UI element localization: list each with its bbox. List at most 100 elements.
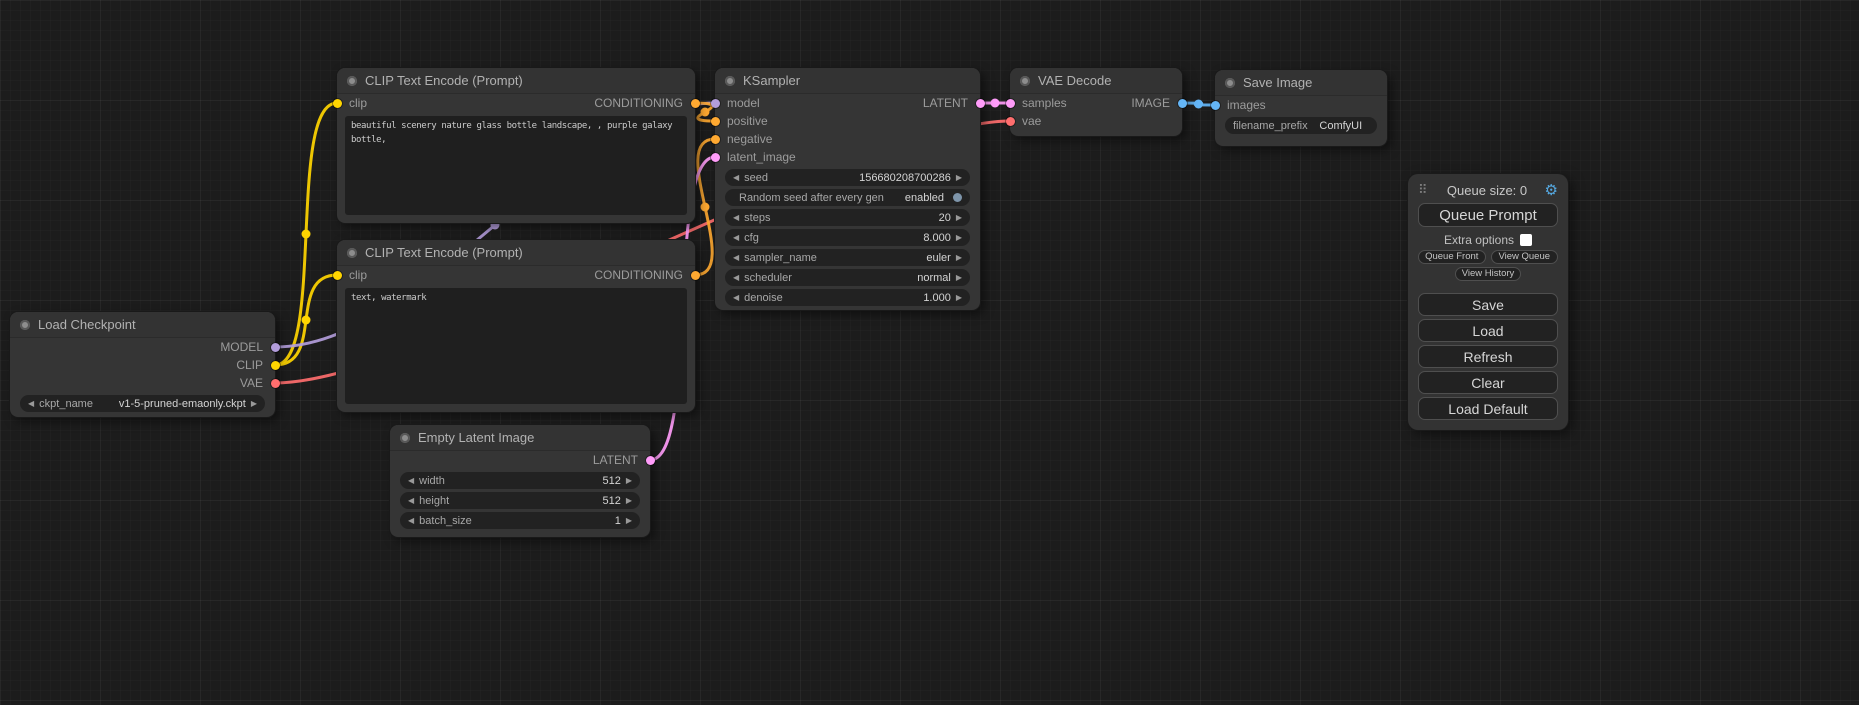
scheduler-widget[interactable]: ◀ scheduler normal ▶ <box>725 269 970 286</box>
decrement-icon[interactable]: ◀ <box>733 294 739 302</box>
decrement-icon[interactable]: ◀ <box>733 174 739 182</box>
prev-value-icon[interactable]: ◀ <box>733 254 739 262</box>
node-title-bar[interactable]: CLIP Text Encode (Prompt) <box>337 240 695 266</box>
width-widget[interactable]: ◀ width 512 ▶ <box>400 472 640 489</box>
node-clip-text-encode-positive[interactable]: CLIP Text Encode (Prompt) clip CONDITION… <box>337 68 695 223</box>
vae-output-port[interactable] <box>271 379 280 388</box>
node-clip-text-encode-negative[interactable]: CLIP Text Encode (Prompt) clip CONDITION… <box>337 240 695 412</box>
node-title-bar[interactable]: VAE Decode <box>1010 68 1182 94</box>
latent-output-port[interactable] <box>976 99 985 108</box>
view-queue-button[interactable]: View Queue <box>1491 250 1559 264</box>
node-collapse-dot-icon[interactable] <box>1225 78 1235 88</box>
node-title-bar[interactable]: Empty Latent Image <box>390 425 650 451</box>
image-output-label: IMAGE <box>1131 96 1170 110</box>
increment-icon[interactable]: ▶ <box>956 234 962 242</box>
settings-gear-icon[interactable]: ⚙ <box>1545 181 1558 199</box>
latent-image-input-port[interactable] <box>711 153 720 162</box>
node-collapse-dot-icon[interactable] <box>1020 76 1030 86</box>
images-input-label: images <box>1227 98 1266 112</box>
next-value-icon[interactable]: ▶ <box>956 254 962 262</box>
seed-widget[interactable]: ◀ seed 156680208700286 ▶ <box>725 169 970 186</box>
increment-icon[interactable]: ▶ <box>626 497 632 505</box>
negative-input-port[interactable] <box>711 135 720 144</box>
decrement-icon[interactable]: ◀ <box>733 234 739 242</box>
decrement-icon[interactable]: ◀ <box>408 477 414 485</box>
batch-size-widget[interactable]: ◀ batch_size 1 ▶ <box>400 512 640 529</box>
node-title-bar[interactable]: KSampler <box>715 68 980 94</box>
port-row: clip CONDITIONING <box>337 94 695 112</box>
model-input-port[interactable] <box>711 99 720 108</box>
node-load-checkpoint[interactable]: Load Checkpoint MODEL CLIP VAE ◀ ckpt_na… <box>10 312 275 417</box>
node-collapse-dot-icon[interactable] <box>400 433 410 443</box>
cfg-widget[interactable]: ◀ cfg 8.000 ▶ <box>725 229 970 246</box>
port-row: latent_image <box>715 148 980 166</box>
clip-input-port[interactable] <box>333 99 342 108</box>
node-save-image[interactable]: Save Image images filename_prefix ComfyU… <box>1215 70 1387 146</box>
decrement-icon[interactable]: ◀ <box>733 214 739 222</box>
prev-value-icon[interactable]: ◀ <box>28 400 34 408</box>
model-input-label: model <box>727 96 760 110</box>
queue-menu-panel[interactable]: ⠿ Queue size: 0 ⚙ Queue Prompt Extra opt… <box>1408 174 1568 430</box>
node-collapse-dot-icon[interactable] <box>347 76 357 86</box>
random-seed-toggle-widget[interactable]: Random seed after every gen enabled <box>725 189 970 206</box>
increment-icon[interactable]: ▶ <box>626 477 632 485</box>
vae-input-port[interactable] <box>1006 117 1015 126</box>
denoise-widget[interactable]: ◀ denoise 1.000 ▶ <box>725 289 970 306</box>
prev-value-icon[interactable]: ◀ <box>733 274 739 282</box>
sampler-name-widget[interactable]: ◀ sampler_name euler ▶ <box>725 249 970 266</box>
queue-prompt-button[interactable]: Queue Prompt <box>1418 203 1558 227</box>
queue-front-button[interactable]: Queue Front <box>1418 250 1486 264</box>
view-history-button[interactable]: View History <box>1455 267 1522 281</box>
increment-icon[interactable]: ▶ <box>956 294 962 302</box>
decrement-icon[interactable]: ◀ <box>408 497 414 505</box>
samples-input-port[interactable] <box>1006 99 1015 108</box>
vae-input-label: vae <box>1022 114 1041 128</box>
node-title-bar[interactable]: Save Image <box>1215 70 1387 96</box>
model-output-port[interactable] <box>271 343 280 352</box>
widget-label: filename_prefix <box>1233 120 1308 132</box>
widget-label: denoise <box>744 292 783 304</box>
widget-label: cfg <box>744 232 759 244</box>
clip-output-port[interactable] <box>271 361 280 370</box>
negative-prompt-textarea[interactable]: text, watermark <box>345 288 687 404</box>
node-vae-decode[interactable]: VAE Decode samples IMAGE vae <box>1010 68 1182 136</box>
node-empty-latent-image[interactable]: Empty Latent Image LATENT ◀ width 512 ▶ … <box>390 425 650 537</box>
node-title-bar[interactable]: Load Checkpoint <box>10 312 275 338</box>
conditioning-output-port[interactable] <box>691 271 700 280</box>
node-ksampler[interactable]: KSampler model LATENT positive negative … <box>715 68 980 310</box>
drag-handle-icon[interactable]: ⠿ <box>1418 182 1428 198</box>
load-default-button[interactable]: Load Default <box>1418 397 1558 420</box>
steps-widget[interactable]: ◀ steps 20 ▶ <box>725 209 970 226</box>
clip-input-port[interactable] <box>333 271 342 280</box>
ckpt-name-widget[interactable]: ◀ ckpt_name v1-5-pruned-emaonly.ckpt ▶ <box>20 395 265 412</box>
clear-button[interactable]: Clear <box>1418 371 1558 394</box>
clip-output-label: CLIP <box>236 358 263 372</box>
node-collapse-dot-icon[interactable] <box>20 320 30 330</box>
latent-output-port[interactable] <box>646 456 655 465</box>
next-value-icon[interactable]: ▶ <box>956 274 962 282</box>
save-button[interactable]: Save <box>1418 293 1558 316</box>
increment-icon[interactable]: ▶ <box>956 174 962 182</box>
image-output-port[interactable] <box>1178 99 1187 108</box>
node-title-bar[interactable]: CLIP Text Encode (Prompt) <box>337 68 695 94</box>
refresh-button[interactable]: Refresh <box>1418 345 1558 368</box>
conditioning-output-port[interactable] <box>691 99 700 108</box>
extra-options-checkbox[interactable] <box>1520 234 1532 246</box>
graph-canvas[interactable]: Load Checkpoint MODEL CLIP VAE ◀ ckpt_na… <box>0 0 1859 705</box>
images-input-port[interactable] <box>1211 101 1220 110</box>
widget-value: 20 <box>939 212 951 224</box>
toggle-indicator-icon[interactable] <box>953 193 962 202</box>
node-collapse-dot-icon[interactable] <box>347 248 357 258</box>
height-widget[interactable]: ◀ height 512 ▶ <box>400 492 640 509</box>
load-button[interactable]: Load <box>1418 319 1558 342</box>
positive-prompt-textarea[interactable]: beautiful scenery nature glass bottle la… <box>345 116 687 215</box>
link-midpoint-dot <box>701 203 710 212</box>
filename-prefix-widget[interactable]: filename_prefix ComfyUI <box>1225 117 1377 134</box>
positive-input-port[interactable] <box>711 117 720 126</box>
widget-label: width <box>419 475 445 487</box>
increment-icon[interactable]: ▶ <box>626 517 632 525</box>
node-collapse-dot-icon[interactable] <box>725 76 735 86</box>
decrement-icon[interactable]: ◀ <box>408 517 414 525</box>
increment-icon[interactable]: ▶ <box>956 214 962 222</box>
next-value-icon[interactable]: ▶ <box>251 400 257 408</box>
